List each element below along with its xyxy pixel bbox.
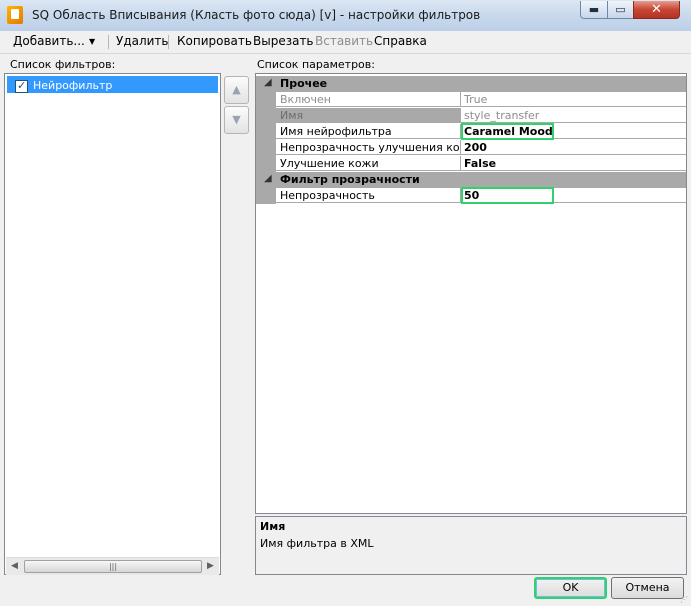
property-value[interactable]: 50	[461, 188, 686, 203]
category-header-misc[interactable]: ◢ Прочее	[256, 76, 686, 92]
collapse-icon[interactable]: ◢	[264, 77, 272, 88]
property-name: Непрозрачность улучшения кожи	[276, 140, 461, 155]
row-margin	[256, 188, 276, 204]
filter-name: Нейрофильтр	[33, 79, 113, 92]
maximize-icon: ▭	[615, 3, 626, 16]
property-row-neurofilter-name[interactable]: Имя нейрофильтра Caramel Mood	[256, 123, 686, 140]
scroll-left-icon[interactable]: ◀	[7, 559, 22, 574]
minimize-icon: ▬	[588, 3, 600, 16]
filter-list[interactable]: ✓ Нейрофильтр ◀ ||| ▶	[4, 73, 221, 575]
menu-bar: Добавить... ▼ Удалить Копировать Вырезат…	[0, 31, 691, 54]
horizontal-scrollbar[interactable]: ◀ ||| ▶	[6, 557, 219, 575]
description-title: Имя	[260, 520, 286, 533]
menu-separator	[168, 35, 169, 49]
category-header-transparency[interactable]: ◢ Фильтр прозрачности	[256, 172, 686, 188]
property-value[interactable]: style_transfer	[461, 108, 686, 123]
menu-cut[interactable]: Вырезать	[253, 34, 314, 48]
property-row-enabled[interactable]: Включен True	[256, 92, 686, 108]
description-text: Имя фильтра в XML	[260, 537, 374, 550]
property-value[interactable]: Caramel Mood	[461, 124, 686, 139]
check-icon: ✓	[17, 79, 27, 92]
menu-delete[interactable]: Удалить	[116, 34, 169, 48]
close-button[interactable]: ✕	[633, 1, 680, 19]
row-margin	[256, 124, 276, 140]
minimize-button[interactable]: ▬	[580, 1, 608, 19]
category-title: Фильтр прозрачности	[280, 173, 420, 186]
cancel-button[interactable]: Отмена	[611, 577, 684, 599]
property-name: Имя	[276, 108, 461, 123]
property-name: Включен	[276, 92, 461, 107]
ok-button[interactable]: OK	[534, 577, 607, 599]
menu-help[interactable]: Справка	[374, 34, 427, 48]
scroll-right-icon[interactable]: ▶	[203, 559, 218, 574]
params-label: Список параметров:	[257, 58, 375, 71]
property-value[interactable]: False	[461, 156, 686, 171]
arrow-down-icon: ▼	[232, 113, 241, 126]
row-margin	[256, 92, 276, 108]
menu-copy[interactable]: Копировать	[177, 34, 252, 48]
row-margin	[256, 156, 276, 172]
property-row-skin-enhance[interactable]: Улучшение кожи False	[256, 156, 686, 172]
property-value[interactable]: True	[461, 92, 686, 107]
app-icon-page	[11, 9, 19, 19]
chevron-down-icon[interactable]: ▼	[89, 37, 95, 46]
list-item[interactable]: ✓ Нейрофильтр	[7, 76, 218, 93]
scrollbar-thumb[interactable]: |||	[24, 560, 202, 573]
menu-paste[interactable]: Вставить	[315, 34, 373, 48]
collapse-icon[interactable]: ◢	[264, 173, 272, 184]
menu-separator	[108, 35, 109, 49]
maximize-button[interactable]: ▭	[607, 1, 634, 19]
title-bar[interactable]: SQ Область Вписывания (Класть фото сюда)…	[0, 0, 691, 32]
property-row-name[interactable]: Имя style_transfer	[256, 108, 686, 124]
property-row-opacity[interactable]: Непрозрачность 50	[256, 187, 686, 204]
arrow-up-icon: ▲	[232, 83, 241, 96]
property-row-skin-opacity[interactable]: Непрозрачность улучшения кожи 200	[256, 140, 686, 156]
description-panel: Имя Имя фильтра в XML	[255, 516, 687, 575]
property-value[interactable]: 200	[461, 140, 686, 155]
row-margin	[256, 108, 276, 124]
property-name: Непрозрачность	[276, 188, 461, 203]
row-margin	[256, 140, 276, 156]
menu-add[interactable]: Добавить...	[13, 34, 85, 48]
move-up-button[interactable]: ▲	[224, 76, 249, 104]
filters-label: Список фильтров:	[10, 58, 116, 71]
close-icon: ✕	[651, 2, 662, 17]
property-name: Имя нейрофильтра	[276, 124, 461, 139]
property-grid[interactable]: ◢ Прочее Включен True Имя style_transfer…	[255, 73, 687, 514]
window-title: SQ Область Вписывания (Класть фото сюда)…	[32, 8, 481, 22]
move-down-button[interactable]: ▼	[224, 106, 249, 134]
property-name: Улучшение кожи	[276, 156, 461, 171]
filter-enabled-checkbox[interactable]: ✓	[15, 79, 28, 93]
category-title: Прочее	[280, 77, 328, 90]
resize-grip-icon[interactable]: ⋰	[680, 596, 689, 605]
